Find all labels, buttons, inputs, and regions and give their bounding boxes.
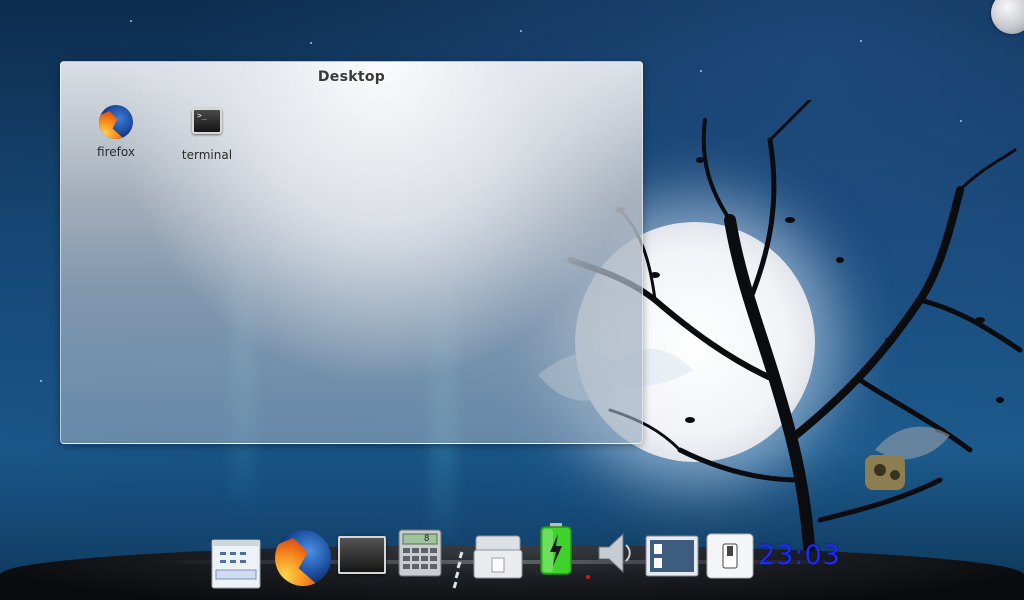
calculator-display: 8 [424, 534, 430, 544]
dock-item-terminal[interactable] [338, 536, 386, 576]
desktop-folder-view: Desktop firefox >_ terminal [60, 61, 643, 444]
star [130, 20, 132, 22]
owl-figure [865, 426, 950, 490]
dock-item-trash[interactable] [472, 532, 524, 580]
panel-title: Desktop [317, 69, 386, 85]
corner-orb[interactable] [991, 0, 1024, 34]
dock-item-calculator[interactable]: 8 [398, 529, 442, 577]
separator-icon [452, 551, 464, 589]
dock-item-battery[interactable] [539, 522, 573, 576]
firefox-icon [98, 105, 134, 141]
calculator-icon [398, 529, 442, 577]
desktop-background: Desktop firefox >_ terminal 8 23:03 [0, 0, 1024, 600]
dock-separator [450, 550, 468, 590]
dock-item-volume[interactable] [595, 530, 635, 576]
dock-item-show-desktop[interactable] [645, 535, 699, 577]
dock-item-firefox[interactable] [275, 530, 333, 588]
desktop-switcher-icon [645, 535, 699, 577]
battery-icon [540, 523, 572, 575]
desktop-icon-label: terminal [181, 148, 233, 162]
star [700, 70, 702, 72]
speaker-icon [598, 532, 631, 574]
star [310, 42, 312, 44]
star [40, 380, 42, 382]
desktop-icon-terminal[interactable]: >_ terminal [172, 104, 242, 162]
switch-icon [706, 533, 754, 579]
dock-item-file-manager[interactable] [210, 538, 262, 590]
file-manager-icon [211, 539, 261, 589]
star [520, 30, 522, 32]
terminal-icon [338, 536, 386, 574]
terminal-icon: >_ [189, 108, 225, 144]
firefox-icon [275, 530, 331, 586]
clock: 23:03 [758, 540, 841, 571]
desktop-icon-firefox[interactable]: firefox [81, 104, 151, 159]
running-indicator [586, 575, 590, 579]
dock-item-toggle-switch[interactable] [706, 533, 754, 579]
star [860, 40, 862, 42]
trash-icon [473, 535, 523, 579]
desktop-icon-label: firefox [97, 145, 135, 159]
